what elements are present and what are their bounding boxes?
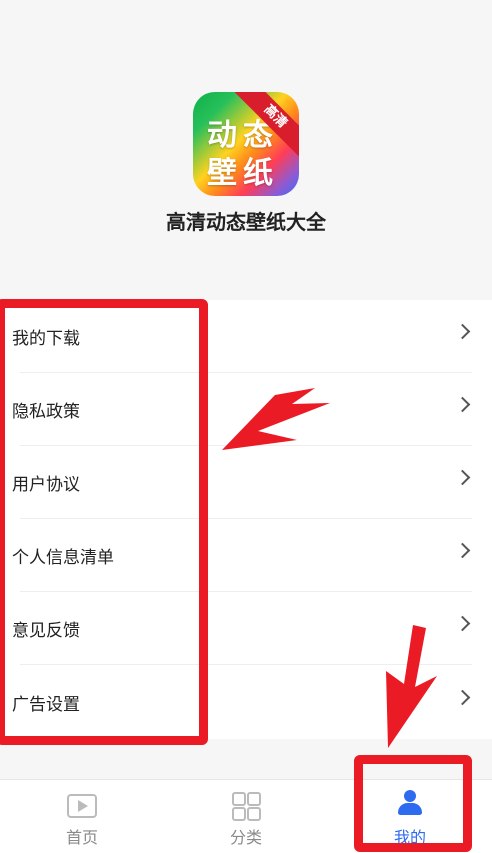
annotation-arrows (222, 388, 437, 748)
arrow-down-annotation (386, 625, 437, 748)
arrow-left-annotation (222, 388, 330, 450)
